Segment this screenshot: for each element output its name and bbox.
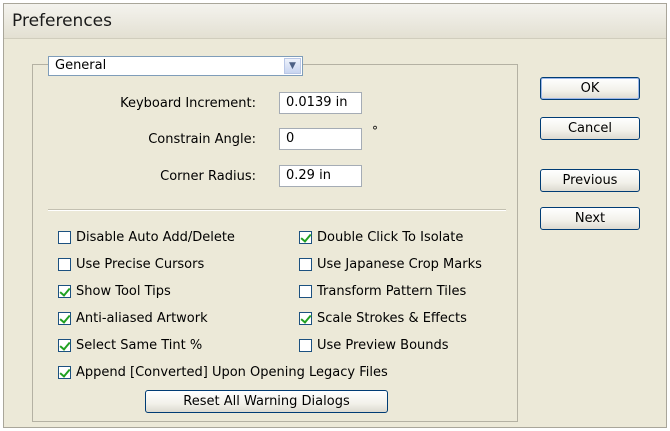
section-select[interactable]: General ▼ [48, 56, 303, 76]
keyboard-increment-label: Keyboard Increment: [120, 96, 256, 111]
checkbox-use-japanese-crop-marks[interactable]: Use Japanese Crop Marks [299, 255, 482, 273]
chevron-down-icon[interactable]: ▼ [284, 58, 301, 74]
keyboard-increment-field[interactable]: 0.0139 in [279, 92, 362, 114]
checkbox-append-converted[interactable]: Append [Converted] Upon Opening Legacy F… [58, 363, 388, 381]
checkbox-box[interactable] [58, 230, 71, 244]
next-button[interactable]: Next [540, 207, 640, 230]
checkbox-label: Disable Auto Add/Delete [76, 229, 235, 245]
cancel-button[interactable]: Cancel [540, 117, 640, 140]
window-title: Preferences [12, 11, 112, 31]
title-bar[interactable]: Preferences [4, 4, 666, 39]
checkbox-use-preview-bounds[interactable]: Use Preview Bounds [299, 336, 449, 354]
checkbox-box[interactable] [299, 311, 312, 325]
checkbox-label: Select Same Tint % [76, 337, 203, 353]
checkbox-box[interactable] [299, 257, 312, 271]
constrain-angle-label: Constrain Angle: [148, 132, 256, 147]
reset-warning-dialogs-button[interactable]: Reset All Warning Dialogs [145, 390, 388, 413]
checkbox-label: Use Japanese Crop Marks [317, 256, 482, 272]
corner-radius-label: Corner Radius: [160, 169, 256, 184]
degree-unit: ° [372, 124, 378, 138]
checkbox-label: Use Precise Cursors [76, 256, 205, 272]
checkbox-use-precise-cursors[interactable]: Use Precise Cursors [58, 255, 204, 273]
section-select-value: General [55, 58, 107, 73]
ok-button[interactable]: OK [540, 77, 640, 100]
checkbox-label: Append [Converted] Upon Opening Legacy F… [76, 364, 388, 380]
checkbox-show-tool-tips[interactable]: Show Tool Tips [58, 282, 171, 300]
corner-radius-field[interactable]: 0.29 in [279, 165, 362, 187]
previous-button[interactable]: Previous [540, 169, 640, 192]
checkbox-transform-pattern-tiles[interactable]: Transform Pattern Tiles [299, 282, 466, 300]
checkbox-label: Show Tool Tips [76, 283, 171, 299]
checkbox-label: Use Preview Bounds [317, 337, 449, 353]
preferences-dialog: Preferences General ▼ Keyboard Increment… [3, 3, 667, 428]
constrain-angle-field[interactable]: 0 [279, 128, 362, 150]
checkbox-box[interactable] [299, 284, 312, 298]
checkbox-box[interactable] [58, 284, 71, 298]
checkbox-label: Anti-aliased Artwork [76, 310, 208, 326]
checkbox-box[interactable] [299, 230, 312, 244]
checkbox-disable-auto-add-delete[interactable]: Disable Auto Add/Delete [58, 228, 235, 246]
checkbox-box[interactable] [299, 338, 312, 352]
checkbox-double-click-to-isolate[interactable]: Double Click To Isolate [299, 228, 463, 246]
checkbox-anti-aliased-artwork[interactable]: Anti-aliased Artwork [58, 309, 208, 327]
checkbox-box[interactable] [58, 257, 71, 271]
checkbox-label: Scale Strokes & Effects [317, 310, 467, 326]
checkbox-label: Transform Pattern Tiles [317, 283, 467, 299]
checkbox-label: Double Click To Isolate [317, 229, 464, 245]
section-divider [48, 209, 506, 211]
checkbox-scale-strokes-effects[interactable]: Scale Strokes & Effects [299, 309, 467, 327]
checkbox-box[interactable] [58, 311, 71, 325]
checkbox-box[interactable] [58, 338, 71, 352]
checkbox-select-same-tint[interactable]: Select Same Tint % [58, 336, 202, 354]
checkbox-box[interactable] [58, 365, 71, 379]
